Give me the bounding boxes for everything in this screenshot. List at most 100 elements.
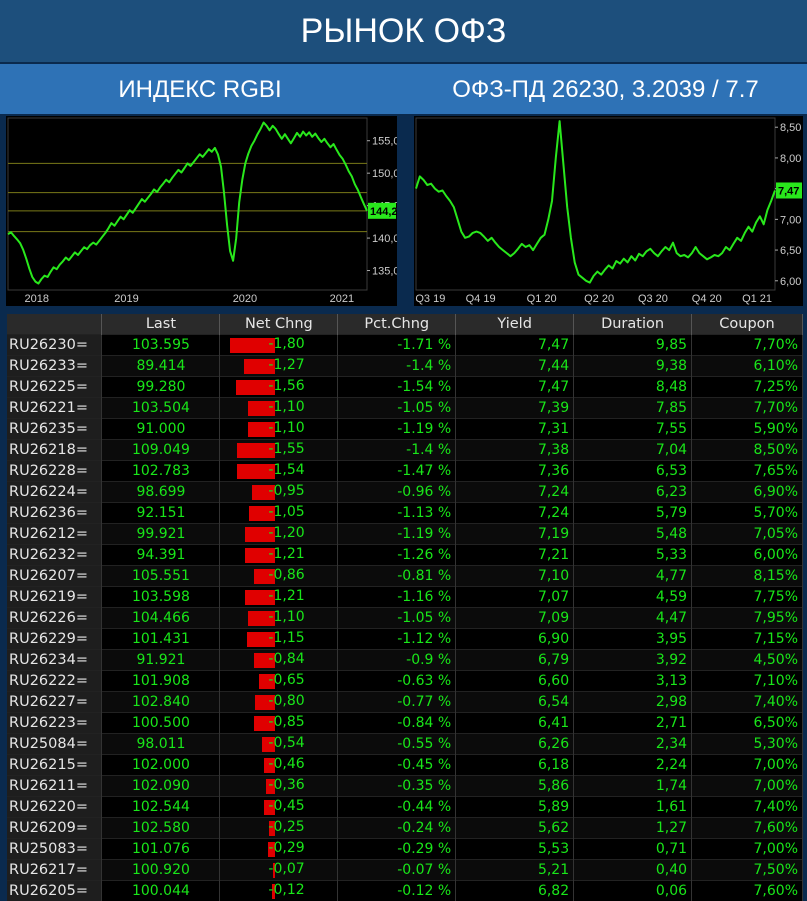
net-chng-value: -0,07 <box>268 861 325 877</box>
bond-table: Last Net Chng Pct.Chng Yield Duration Co… <box>7 314 803 901</box>
table-row[interactable]: RU26222=101.908-0,65-0.63 %6,603,137,10% <box>7 671 803 692</box>
cell-pct-chng: -0.84 % <box>338 713 456 734</box>
cell-coupon: 7,40% <box>692 692 803 713</box>
cell-coupon: 7,25% <box>692 377 803 398</box>
y-tick-label: 155,0 <box>372 136 397 148</box>
cell-duration: 5,48 <box>574 524 692 545</box>
bond-yield-chart-svg: 8,508,007,507,006,506,00Q3 19Q4 19Q1 20Q… <box>414 116 803 306</box>
cell-coupon: 5,70% <box>692 503 803 524</box>
cell-net-chng: -1,80 <box>220 335 338 356</box>
cell-ric: RU26223= <box>7 713 102 734</box>
cell-net-chng: -0,95 <box>220 482 338 503</box>
cell-duration: 7,85 <box>574 398 692 419</box>
cell-pct-chng: -0.07 % <box>338 860 456 881</box>
cell-ric: RU26217= <box>7 860 102 881</box>
cell-net-chng: -0,29 <box>220 839 338 860</box>
cell-net-chng: -0,25 <box>220 818 338 839</box>
table-row[interactable]: RU26221=103.504-1,10-1.05 %7,397,857,70% <box>7 398 803 419</box>
table-row[interactable]: RU26230=103.595-1,80-1.71 %7,479,857,70% <box>7 335 803 356</box>
table-row[interactable]: RU26228=102.783-1,54-1.47 %7,366,537,65% <box>7 461 803 482</box>
cell-net-chng: -0,07 <box>220 860 338 881</box>
cell-pct-chng: -1.05 % <box>338 398 456 419</box>
table-row[interactable]: RU26209=102.580-0,25-0.24 %5,621,277,60% <box>7 818 803 839</box>
cell-yield: 5,86 <box>456 776 574 797</box>
col-header-coupon: Coupon <box>692 314 803 335</box>
table-row[interactable]: RU26233=89.414-1,27-1.4 %7,449,386,10% <box>7 356 803 377</box>
cell-yield: 7,38 <box>456 440 574 461</box>
table-row[interactable]: RU26225=99.280-1,56-1.54 %7,478,487,25% <box>7 377 803 398</box>
table-row[interactable]: RU26212=99.921-1,20-1.19 %7,195,487,05% <box>7 524 803 545</box>
net-chng-value: -0,85 <box>268 714 325 730</box>
cell-yield: 7,47 <box>456 335 574 356</box>
cell-ric: RU26218= <box>7 440 102 461</box>
cell-net-chng: -0,54 <box>220 734 338 755</box>
table-row[interactable]: RU26218=109.049-1,55-1.4 %7,387,048,50% <box>7 440 803 461</box>
table-row[interactable]: RU26226=104.466-1,10-1.05 %7,094,477,95% <box>7 608 803 629</box>
cell-pct-chng: -0.55 % <box>338 734 456 755</box>
cell-net-chng: -1,05 <box>220 503 338 524</box>
table-row[interactable]: RU26207=105.551-0,86-0.81 %7,104,778,15% <box>7 566 803 587</box>
cell-pct-chng: -1.71 % <box>338 335 456 356</box>
cell-last: 98.011 <box>102 734 220 755</box>
net-chng-value: -1,05 <box>268 504 325 520</box>
table-row[interactable]: RU26232=94.391-1,21-1.26 %7,215,336,00% <box>7 545 803 566</box>
cell-coupon: 6,10% <box>692 356 803 377</box>
net-chng-value: -1,56 <box>268 378 325 394</box>
table-row[interactable]: RU26234=91.921-0,84-0.9 %6,793,924,50% <box>7 650 803 671</box>
cell-duration: 6,53 <box>574 461 692 482</box>
cell-ric: RU26211= <box>7 776 102 797</box>
table-row[interactable]: RU26217=100.920-0,07-0.07 %5,210,407,50% <box>7 860 803 881</box>
cell-net-chng: -0,36 <box>220 776 338 797</box>
net-chng-value: -1,10 <box>268 399 325 415</box>
table-row[interactable]: RU26219=103.598-1,21-1.16 %7,074,597,75% <box>7 587 803 608</box>
cell-ric: RU26221= <box>7 398 102 419</box>
table-row[interactable]: RU26215=102.000-0,46-0.45 %6,182,247,00% <box>7 755 803 776</box>
cell-net-chng: -0,80 <box>220 692 338 713</box>
cell-coupon: 6,50% <box>692 713 803 734</box>
cell-net-chng: -0,86 <box>220 566 338 587</box>
cell-yield: 7,24 <box>456 482 574 503</box>
cell-pct-chng: -0.9 % <box>338 650 456 671</box>
table-row[interactable]: RU26220=102.544-0,45-0.44 %5,891,617,40% <box>7 797 803 818</box>
cell-pct-chng: -0.12 % <box>338 881 456 901</box>
table-row[interactable]: RU25083=101.076-0,29-0.29 %5,530,717,00% <box>7 839 803 860</box>
col-header-last: Last <box>102 314 220 335</box>
cell-pct-chng: -0.96 % <box>338 482 456 503</box>
cell-duration: 3,95 <box>574 629 692 650</box>
rgbi-chart: 155,0150,0145,0140,0135,0201820192020202… <box>6 116 397 306</box>
cell-pct-chng: -1.54 % <box>338 377 456 398</box>
cell-last: 101.908 <box>102 671 220 692</box>
cell-net-chng: -1,54 <box>220 461 338 482</box>
net-chng-value: -1,80 <box>268 336 325 352</box>
table-row[interactable]: RU26224=98.699-0,95-0.96 %7,246,236,90% <box>7 482 803 503</box>
cell-coupon: 7,05% <box>692 524 803 545</box>
table-row[interactable]: RU26205=100.044-0,12-0.12 %6,820,067,60% <box>7 881 803 901</box>
cell-ric: RU26230= <box>7 335 102 356</box>
rgbi-chart-title: ИНДЕКС RGBI <box>0 64 400 116</box>
table-row[interactable]: RU26235=91.000-1,10-1.19 %7,317,555,90% <box>7 419 803 440</box>
cell-coupon: 7,70% <box>692 335 803 356</box>
table-row[interactable]: RU25084=98.011-0,54-0.55 %6,262,345,30% <box>7 734 803 755</box>
cell-net-chng: -1,20 <box>220 524 338 545</box>
net-chng-value: -1,55 <box>268 441 325 457</box>
cell-pct-chng: -0.77 % <box>338 692 456 713</box>
net-chng-value: -0,36 <box>268 777 325 793</box>
table-row[interactable]: RU26227=102.840-0,80-0.77 %6,542,987,40% <box>7 692 803 713</box>
table-row[interactable]: RU26229=101.431-1,15-1.12 %6,903,957,15% <box>7 629 803 650</box>
table-row[interactable]: RU26236=92.151-1,05-1.13 %7,245,795,70% <box>7 503 803 524</box>
bond-table-container: Last Net Chng Pct.Chng Yield Duration Co… <box>7 314 803 894</box>
cell-last: 102.090 <box>102 776 220 797</box>
cell-yield: 7,07 <box>456 587 574 608</box>
cell-coupon: 7,15% <box>692 629 803 650</box>
cell-net-chng: -0,45 <box>220 797 338 818</box>
x-tick-label: 2018 <box>24 293 48 305</box>
cell-pct-chng: -0.35 % <box>338 776 456 797</box>
cell-net-chng: -0,46 <box>220 755 338 776</box>
cell-ric: RU26226= <box>7 608 102 629</box>
cell-coupon: 7,10% <box>692 671 803 692</box>
cell-coupon: 7,70% <box>692 398 803 419</box>
table-row[interactable]: RU26223=100.500-0,85-0.84 %6,412,716,50% <box>7 713 803 734</box>
cell-yield: 6,90 <box>456 629 574 650</box>
cell-duration: 5,33 <box>574 545 692 566</box>
table-row[interactable]: RU26211=102.090-0,36-0.35 %5,861,747,00% <box>7 776 803 797</box>
